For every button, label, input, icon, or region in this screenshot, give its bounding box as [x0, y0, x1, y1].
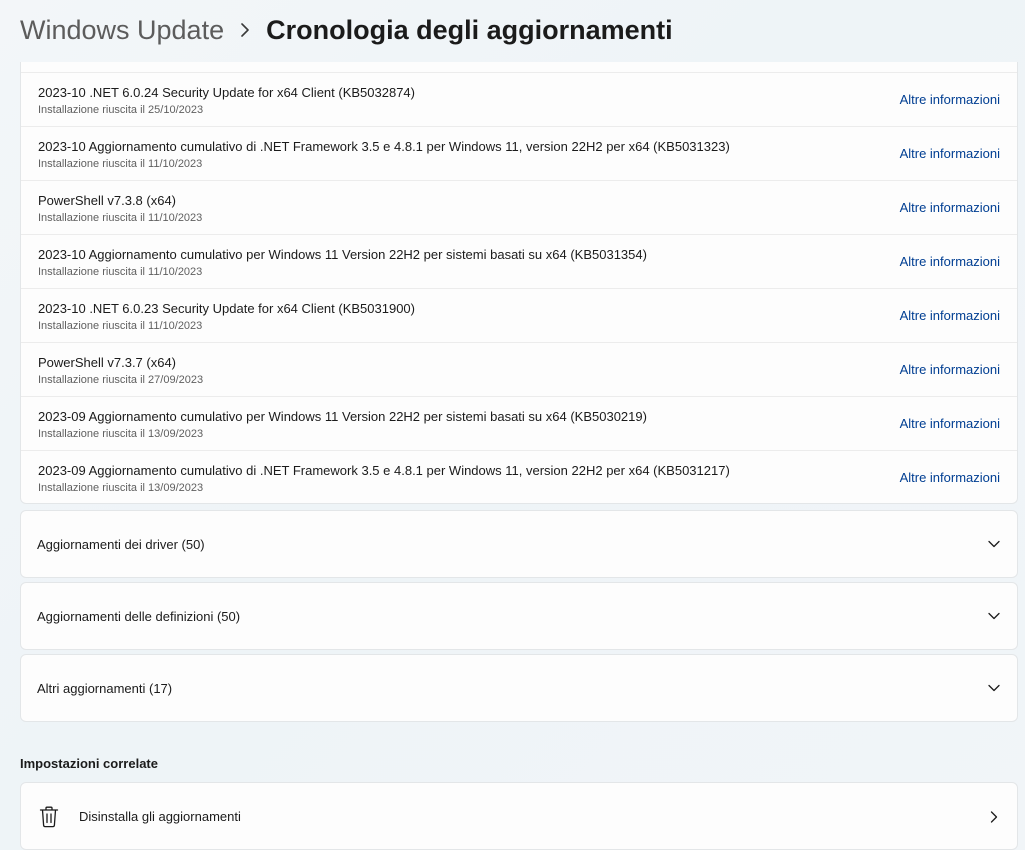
- update-row: PowerShell v7.3.8 (x64) Installazione ri…: [21, 180, 1017, 234]
- trash-icon: [39, 806, 59, 828]
- update-title: PowerShell v7.3.7 (x64): [38, 355, 177, 370]
- update-status: Installazione riuscita il 25/10/2023: [38, 104, 204, 116]
- more-info-link[interactable]: Altre informazioni: [900, 416, 1000, 431]
- update-status: Installazione riuscita il 11/10/2023: [38, 158, 203, 170]
- more-info-link[interactable]: Altre informazioni: [900, 308, 1000, 323]
- page-title: Cronologia degli aggiornamenti: [266, 14, 673, 45]
- update-status: Installazione riuscita il 11/10/2023: [38, 266, 203, 278]
- uninstall-updates-label: Disinstalla gli aggiornamenti: [79, 809, 241, 824]
- update-row: 2023-10 .NET 6.0.23 Security Update for …: [21, 288, 1017, 342]
- update-row: 2023-10 .NET 6.0.24 Security Update for …: [21, 72, 1017, 126]
- update-title: PowerShell v7.3.8 (x64): [38, 193, 177, 208]
- more-info-link[interactable]: Altre informazioni: [900, 200, 1000, 215]
- more-info-link[interactable]: Altre informazioni: [900, 92, 1000, 107]
- related-settings-heading: Impostazioni correlate: [20, 756, 158, 771]
- breadcrumb-windows-update[interactable]: Windows Update: [20, 15, 224, 46]
- chevron-right-icon: [987, 810, 1001, 824]
- update-status: Installazione riuscita il 11/10/2023: [38, 212, 203, 224]
- update-title: 2023-10 Aggiornamento cumulativo di .NET…: [38, 139, 730, 154]
- other-updates-expander[interactable]: Altri aggiornamenti (17): [20, 654, 1018, 722]
- update-status: Installazione riuscita il 27/09/2023: [38, 374, 204, 386]
- update-title: 2023-10 Aggiornamento cumulativo per Win…: [38, 247, 647, 262]
- update-title: 2023-09 Aggiornamento cumulativo di .NET…: [38, 463, 730, 478]
- update-status: Installazione riuscita il 13/09/2023: [38, 482, 204, 494]
- chevron-down-icon: [987, 537, 1001, 551]
- more-info-link[interactable]: Altre informazioni: [900, 254, 1000, 269]
- definition-updates-expander[interactable]: Aggiornamenti delle definizioni (50): [20, 582, 1018, 650]
- breadcrumb: Windows Update Cronologia degli aggiorna…: [20, 10, 673, 50]
- more-info-link[interactable]: Altre informazioni: [900, 146, 1000, 161]
- driver-updates-expander[interactable]: Aggiornamenti dei driver (50): [20, 510, 1018, 578]
- quality-updates-list: 2023-10 .NET 6.0.24 Security Update for …: [20, 62, 1018, 504]
- update-row: 2023-09 Aggiornamento cumulativo di .NET…: [21, 450, 1017, 503]
- chevron-down-icon: [987, 609, 1001, 623]
- update-title: 2023-09 Aggiornamento cumulativo per Win…: [38, 409, 647, 424]
- update-row: PowerShell v7.3.7 (x64) Installazione ri…: [21, 342, 1017, 396]
- definition-updates-label: Aggiornamenti delle definizioni (50): [37, 609, 241, 624]
- driver-updates-label: Aggiornamenti dei driver (50): [37, 537, 205, 552]
- more-info-link[interactable]: Altre informazioni: [900, 470, 1000, 485]
- more-info-link[interactable]: Altre informazioni: [900, 362, 1000, 377]
- update-row: 2023-10 Aggiornamento cumulativo per Win…: [21, 234, 1017, 288]
- chevron-right-icon: [230, 10, 260, 50]
- update-row: 2023-09 Aggiornamento cumulativo per Win…: [21, 396, 1017, 450]
- update-status: Installazione riuscita il 13/09/2023: [38, 428, 204, 440]
- chevron-down-icon: [987, 681, 1001, 695]
- update-status: Installazione riuscita il 11/10/2023: [38, 320, 203, 332]
- uninstall-updates-button[interactable]: Disinstalla gli aggiornamenti: [20, 782, 1018, 850]
- update-row: 2023-10 Aggiornamento cumulativo di .NET…: [21, 126, 1017, 180]
- update-title: 2023-10 .NET 6.0.24 Security Update for …: [38, 85, 415, 100]
- update-title: 2023-10 .NET 6.0.23 Security Update for …: [38, 301, 415, 316]
- other-updates-label: Altri aggiornamenti (17): [37, 681, 173, 696]
